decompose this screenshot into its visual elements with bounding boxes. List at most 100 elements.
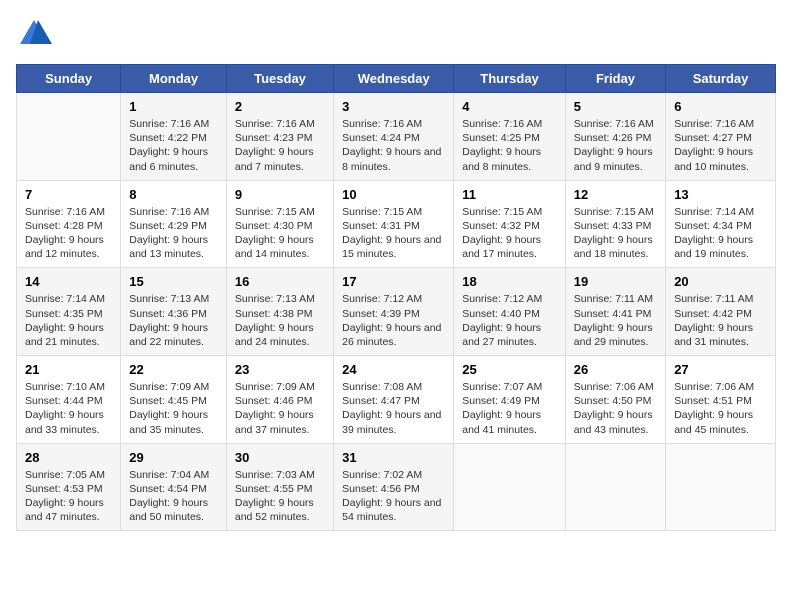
day-info: Sunrise: 7:16 AM Sunset: 4:22 PM Dayligh…: [129, 117, 218, 174]
calendar-cell: [666, 443, 776, 531]
day-number: 24: [342, 362, 445, 377]
day-info: Sunrise: 7:13 AM Sunset: 4:38 PM Dayligh…: [235, 292, 325, 349]
calendar-cell: 21 Sunrise: 7:10 AM Sunset: 4:44 PM Dayl…: [17, 356, 121, 444]
day-info: Sunrise: 7:07 AM Sunset: 4:49 PM Dayligh…: [462, 380, 557, 437]
calendar-cell: 11 Sunrise: 7:15 AM Sunset: 4:32 PM Dayl…: [454, 180, 566, 268]
day-number: 13: [674, 187, 767, 202]
day-info: Sunrise: 7:06 AM Sunset: 4:50 PM Dayligh…: [574, 380, 657, 437]
calendar-cell: [17, 93, 121, 181]
calendar-cell: 4 Sunrise: 7:16 AM Sunset: 4:25 PM Dayli…: [454, 93, 566, 181]
day-number: 17: [342, 274, 445, 289]
calendar-cell: 8 Sunrise: 7:16 AM Sunset: 4:29 PM Dayli…: [121, 180, 227, 268]
day-info: Sunrise: 7:15 AM Sunset: 4:30 PM Dayligh…: [235, 205, 325, 262]
day-info: Sunrise: 7:09 AM Sunset: 4:46 PM Dayligh…: [235, 380, 325, 437]
day-number: 11: [462, 187, 557, 202]
calendar-cell: 13 Sunrise: 7:14 AM Sunset: 4:34 PM Dayl…: [666, 180, 776, 268]
day-of-week-thursday: Thursday: [454, 65, 566, 93]
day-info: Sunrise: 7:11 AM Sunset: 4:41 PM Dayligh…: [574, 292, 657, 349]
calendar-cell: 28 Sunrise: 7:05 AM Sunset: 4:53 PM Dayl…: [17, 443, 121, 531]
calendar-cell: 31 Sunrise: 7:02 AM Sunset: 4:56 PM Dayl…: [334, 443, 454, 531]
day-info: Sunrise: 7:11 AM Sunset: 4:42 PM Dayligh…: [674, 292, 767, 349]
day-info: Sunrise: 7:14 AM Sunset: 4:35 PM Dayligh…: [25, 292, 112, 349]
calendar-week-row: 14 Sunrise: 7:14 AM Sunset: 4:35 PM Dayl…: [17, 268, 776, 356]
day-info: Sunrise: 7:06 AM Sunset: 4:51 PM Dayligh…: [674, 380, 767, 437]
day-number: 4: [462, 99, 557, 114]
calendar-cell: 14 Sunrise: 7:14 AM Sunset: 4:35 PM Dayl…: [17, 268, 121, 356]
day-info: Sunrise: 7:02 AM Sunset: 4:56 PM Dayligh…: [342, 468, 445, 525]
day-number: 1: [129, 99, 218, 114]
day-number: 27: [674, 362, 767, 377]
calendar-week-row: 1 Sunrise: 7:16 AM Sunset: 4:22 PM Dayli…: [17, 93, 776, 181]
day-info: Sunrise: 7:16 AM Sunset: 4:24 PM Dayligh…: [342, 117, 445, 174]
day-number: 12: [574, 187, 657, 202]
days-of-week-row: SundayMondayTuesdayWednesdayThursdayFrid…: [17, 65, 776, 93]
day-of-week-monday: Monday: [121, 65, 227, 93]
day-number: 20: [674, 274, 767, 289]
day-number: 15: [129, 274, 218, 289]
calendar-cell: 23 Sunrise: 7:09 AM Sunset: 4:46 PM Dayl…: [226, 356, 333, 444]
day-number: 7: [25, 187, 112, 202]
day-info: Sunrise: 7:03 AM Sunset: 4:55 PM Dayligh…: [235, 468, 325, 525]
day-number: 30: [235, 450, 325, 465]
calendar-cell: 27 Sunrise: 7:06 AM Sunset: 4:51 PM Dayl…: [666, 356, 776, 444]
calendar-cell: 30 Sunrise: 7:03 AM Sunset: 4:55 PM Dayl…: [226, 443, 333, 531]
day-info: Sunrise: 7:15 AM Sunset: 4:31 PM Dayligh…: [342, 205, 445, 262]
calendar-cell: 17 Sunrise: 7:12 AM Sunset: 4:39 PM Dayl…: [334, 268, 454, 356]
day-of-week-tuesday: Tuesday: [226, 65, 333, 93]
calendar-cell: 15 Sunrise: 7:13 AM Sunset: 4:36 PM Dayl…: [121, 268, 227, 356]
day-of-week-friday: Friday: [565, 65, 665, 93]
day-number: 21: [25, 362, 112, 377]
page-header: [16, 16, 776, 52]
day-number: 8: [129, 187, 218, 202]
calendar-cell: 20 Sunrise: 7:11 AM Sunset: 4:42 PM Dayl…: [666, 268, 776, 356]
day-of-week-sunday: Sunday: [17, 65, 121, 93]
calendar-cell: 2 Sunrise: 7:16 AM Sunset: 4:23 PM Dayli…: [226, 93, 333, 181]
day-number: 23: [235, 362, 325, 377]
day-number: 18: [462, 274, 557, 289]
day-info: Sunrise: 7:12 AM Sunset: 4:40 PM Dayligh…: [462, 292, 557, 349]
day-info: Sunrise: 7:16 AM Sunset: 4:23 PM Dayligh…: [235, 117, 325, 174]
day-number: 28: [25, 450, 112, 465]
calendar-header: SundayMondayTuesdayWednesdayThursdayFrid…: [17, 65, 776, 93]
day-number: 16: [235, 274, 325, 289]
calendar-week-row: 21 Sunrise: 7:10 AM Sunset: 4:44 PM Dayl…: [17, 356, 776, 444]
calendar-cell: 22 Sunrise: 7:09 AM Sunset: 4:45 PM Dayl…: [121, 356, 227, 444]
logo: [16, 16, 56, 52]
day-info: Sunrise: 7:16 AM Sunset: 4:27 PM Dayligh…: [674, 117, 767, 174]
day-info: Sunrise: 7:15 AM Sunset: 4:32 PM Dayligh…: [462, 205, 557, 262]
calendar-cell: 3 Sunrise: 7:16 AM Sunset: 4:24 PM Dayli…: [334, 93, 454, 181]
calendar-week-row: 7 Sunrise: 7:16 AM Sunset: 4:28 PM Dayli…: [17, 180, 776, 268]
day-number: 19: [574, 274, 657, 289]
calendar-cell: 7 Sunrise: 7:16 AM Sunset: 4:28 PM Dayli…: [17, 180, 121, 268]
day-info: Sunrise: 7:04 AM Sunset: 4:54 PM Dayligh…: [129, 468, 218, 525]
day-number: 31: [342, 450, 445, 465]
calendar-cell: 12 Sunrise: 7:15 AM Sunset: 4:33 PM Dayl…: [565, 180, 665, 268]
calendar-cell: 10 Sunrise: 7:15 AM Sunset: 4:31 PM Dayl…: [334, 180, 454, 268]
day-info: Sunrise: 7:15 AM Sunset: 4:33 PM Dayligh…: [574, 205, 657, 262]
calendar-cell: 6 Sunrise: 7:16 AM Sunset: 4:27 PM Dayli…: [666, 93, 776, 181]
day-number: 6: [674, 99, 767, 114]
day-info: Sunrise: 7:16 AM Sunset: 4:29 PM Dayligh…: [129, 205, 218, 262]
calendar-cell: 18 Sunrise: 7:12 AM Sunset: 4:40 PM Dayl…: [454, 268, 566, 356]
calendar-cell: 19 Sunrise: 7:11 AM Sunset: 4:41 PM Dayl…: [565, 268, 665, 356]
day-number: 2: [235, 99, 325, 114]
day-info: Sunrise: 7:09 AM Sunset: 4:45 PM Dayligh…: [129, 380, 218, 437]
calendar-cell: 24 Sunrise: 7:08 AM Sunset: 4:47 PM Dayl…: [334, 356, 454, 444]
calendar-body: 1 Sunrise: 7:16 AM Sunset: 4:22 PM Dayli…: [17, 93, 776, 531]
day-info: Sunrise: 7:05 AM Sunset: 4:53 PM Dayligh…: [25, 468, 112, 525]
calendar-cell: [454, 443, 566, 531]
calendar-table: SundayMondayTuesdayWednesdayThursdayFrid…: [16, 64, 776, 531]
day-info: Sunrise: 7:08 AM Sunset: 4:47 PM Dayligh…: [342, 380, 445, 437]
calendar-cell: 29 Sunrise: 7:04 AM Sunset: 4:54 PM Dayl…: [121, 443, 227, 531]
day-info: Sunrise: 7:16 AM Sunset: 4:25 PM Dayligh…: [462, 117, 557, 174]
day-info: Sunrise: 7:10 AM Sunset: 4:44 PM Dayligh…: [25, 380, 112, 437]
calendar-cell: 9 Sunrise: 7:15 AM Sunset: 4:30 PM Dayli…: [226, 180, 333, 268]
logo-icon: [16, 16, 52, 52]
calendar-cell: 26 Sunrise: 7:06 AM Sunset: 4:50 PM Dayl…: [565, 356, 665, 444]
day-number: 5: [574, 99, 657, 114]
calendar-cell: 16 Sunrise: 7:13 AM Sunset: 4:38 PM Dayl…: [226, 268, 333, 356]
day-number: 9: [235, 187, 325, 202]
day-number: 26: [574, 362, 657, 377]
day-info: Sunrise: 7:14 AM Sunset: 4:34 PM Dayligh…: [674, 205, 767, 262]
day-info: Sunrise: 7:16 AM Sunset: 4:28 PM Dayligh…: [25, 205, 112, 262]
